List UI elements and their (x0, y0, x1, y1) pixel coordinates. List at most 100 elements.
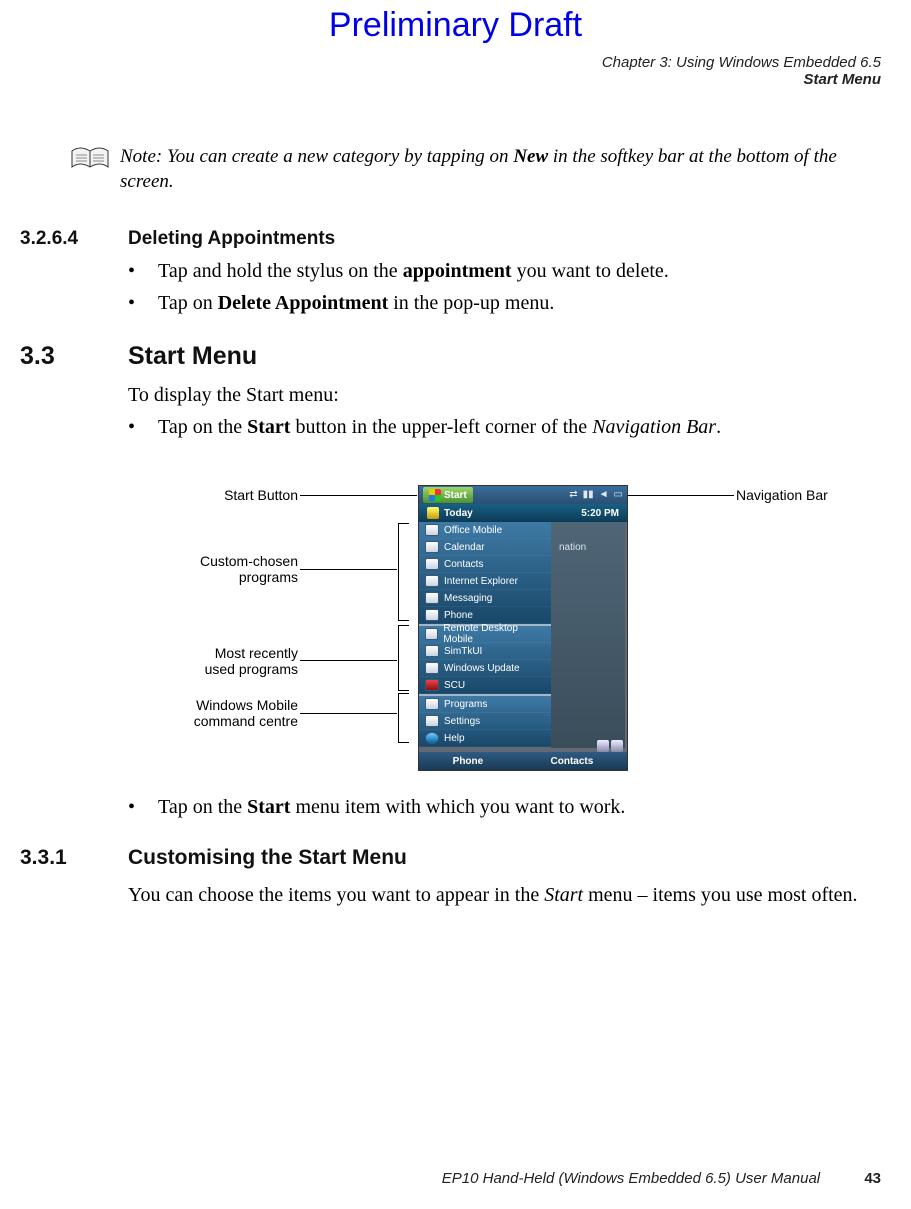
section-number-3-3: 3.3 (20, 342, 55, 371)
app-icon (425, 558, 439, 570)
bullet-bold: Delete Appointment (218, 292, 389, 314)
note-text: Note: You can create a new category by t… (120, 145, 882, 194)
menu-item[interactable]: Office Mobile (419, 522, 551, 539)
note-block: Note: You can create a new category by t… (70, 145, 882, 194)
menu-item[interactable]: Contacts (419, 556, 551, 573)
section-heading-start-menu: Start Menu (128, 342, 257, 371)
bullet-text: button in the upper-left corner of the (290, 416, 592, 438)
bullet-text: menu item with which you want to work. (290, 796, 625, 818)
header-chapter: Chapter 3: Using Windows Embedded 6.5 (602, 54, 881, 71)
menu-item[interactable]: Internet Explorer (419, 573, 551, 590)
page-header: Chapter 3: Using Windows Embedded 6.5 St… (602, 54, 881, 88)
section-number-3-3-1: 3.3.1 (20, 846, 67, 870)
footer-doc-title: EP10 Hand-Held (Windows Embedded 6.5) Us… (442, 1170, 820, 1187)
note-prefix: Note: (120, 146, 162, 167)
bullet-bold: appointment (403, 260, 512, 282)
bullet-dot: • (128, 796, 158, 819)
softkey-bar: Phone Contacts (419, 752, 627, 770)
start-button[interactable]: Start (423, 487, 473, 503)
battery-icon: ▭ (614, 490, 623, 500)
menu-item[interactable]: SCU (419, 677, 551, 694)
menu-item[interactable]: Programs (419, 696, 551, 713)
softkey-left[interactable]: Phone (453, 756, 484, 767)
background-text: nation (559, 542, 586, 553)
start-menu-figure: Start Button Custom-chosen programs Most… (180, 485, 890, 780)
callout-custom-2: programs (180, 569, 298, 586)
callout-wm-2: command centre (172, 713, 298, 730)
menu-custom-programs: Office Mobile Calendar Contacts Internet… (419, 522, 551, 624)
app-icon (425, 679, 439, 691)
menu-label: Internet Explorer (444, 576, 518, 587)
bullet-33-after: • Tap on the Start menu item with which … (128, 796, 888, 819)
menu-label: Windows Update (444, 663, 520, 674)
menu-label: Office Mobile (444, 525, 502, 536)
section-number-3-2-6-4: 3.2.6.4 (20, 228, 78, 250)
menu-command-centre: Programs Settings Help (419, 696, 551, 747)
windows-flag-icon (429, 489, 441, 501)
system-tray (597, 740, 623, 752)
menu-label: Remote Desktop Mobile (443, 623, 545, 645)
menu-item[interactable]: Messaging (419, 590, 551, 607)
bullet-text: . (716, 416, 721, 438)
volume-icon: ◄ (599, 490, 609, 500)
section-heading-deleting-appointments: Deleting Appointments (128, 228, 335, 250)
menu-label: Messaging (444, 593, 492, 604)
today-icon (427, 507, 439, 519)
callout-mru-1: Most recently (190, 645, 298, 662)
bracket (398, 523, 409, 621)
bullet-3264-2: • Tap on Delete Appointment in the pop-u… (128, 292, 888, 315)
menu-label: Settings (444, 716, 480, 727)
callout-nav-bar: Navigation Bar (736, 487, 828, 504)
menu-item[interactable]: Phone (419, 607, 551, 624)
book-icon (70, 145, 110, 173)
paragraph-3-3-1: You can choose the items you want to app… (128, 882, 888, 909)
menu-label: SimTkUI (444, 646, 482, 657)
bullet-text: you want to delete. (512, 260, 669, 282)
section-heading-customising: Customising the Start Menu (128, 846, 407, 870)
callout-wm-1: Windows Mobile (172, 697, 298, 714)
callout-custom-1: Custom-chosen (180, 553, 298, 570)
menu-label: Programs (444, 699, 487, 710)
leader-line (300, 660, 397, 661)
menu-label: Help (444, 733, 465, 744)
bullet-text: Tap on (158, 292, 218, 314)
header-section: Start Menu (602, 71, 881, 88)
leader-line (300, 569, 397, 570)
softkey-right[interactable]: Contacts (551, 756, 594, 767)
app-icon (425, 592, 439, 604)
connectivity-icon: ⇄ (569, 490, 577, 500)
app-icon (425, 628, 438, 640)
bullet-text: in the pop-up menu. (388, 292, 554, 314)
menu-item[interactable]: Settings (419, 713, 551, 730)
today-row[interactable]: Today 5:20 PM (419, 504, 627, 522)
app-icon (425, 645, 439, 657)
menu-item[interactable]: Windows Update (419, 660, 551, 677)
menu-label: Phone (444, 610, 473, 621)
nav-status-icons: ⇄ ▮▮ ◄ ▭ (569, 490, 623, 500)
note-bold: New (513, 146, 548, 167)
app-icon (425, 698, 439, 710)
menu-item[interactable]: SimTkUI (419, 643, 551, 660)
para-italic: Start (544, 884, 583, 906)
navigation-bar[interactable]: Start ⇄ ▮▮ ◄ ▭ (419, 486, 627, 504)
app-icon (425, 541, 439, 553)
app-icon (425, 662, 439, 674)
app-icon (425, 524, 439, 536)
bullet-dot: • (128, 416, 158, 439)
leader-line (300, 495, 417, 496)
bullet-33-1: • Tap on the Start button in the upper-l… (128, 416, 888, 439)
bullet-bold: Start (247, 416, 290, 438)
bullet-dot: • (128, 292, 158, 315)
menu-item[interactable]: Remote Desktop Mobile (419, 626, 551, 643)
para-text: menu – items you use most often. (583, 884, 857, 906)
signal-icon: ▮▮ (583, 490, 594, 500)
tray-icon (611, 740, 623, 752)
leader-line (628, 495, 734, 496)
callout-start-button: Start Button (198, 487, 298, 504)
menu-item[interactable]: Help (419, 730, 551, 747)
menu-item[interactable]: Calendar (419, 539, 551, 556)
paragraph-3-3-intro: To display the Start menu: (128, 382, 888, 409)
note-text-a: You can create a new category by tapping… (162, 146, 513, 167)
para-text: You can choose the items you want to app… (128, 884, 544, 906)
device-right-pane: nation (551, 522, 625, 748)
